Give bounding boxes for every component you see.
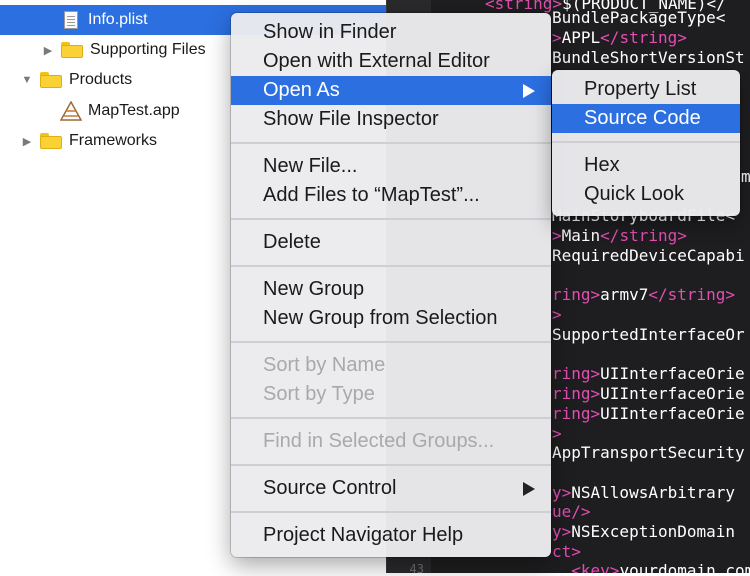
folder-icon bbox=[40, 133, 62, 149]
context-menu: Show in Finder Open with External Editor… bbox=[231, 13, 551, 557]
menu-source-control-label: Source Control bbox=[263, 477, 397, 499]
nav-item-label: Products bbox=[69, 71, 133, 88]
nav-item-label: Frameworks bbox=[69, 132, 158, 149]
menu-separator bbox=[231, 464, 551, 466]
menu-add-files[interactable]: Add Files to “MapTest”... bbox=[231, 181, 551, 210]
menu-new-group[interactable]: New Group bbox=[231, 275, 551, 304]
line-number: 43 bbox=[409, 562, 424, 576]
code-line: ring>UIInterfaceOrie bbox=[552, 384, 745, 403]
submenu-property-list[interactable]: Property List bbox=[552, 75, 740, 104]
code-line: y>NSAllowsArbitrary bbox=[552, 483, 736, 502]
nav-item-label: Supporting Files bbox=[90, 41, 206, 58]
code-line: AppTransportSecurity bbox=[552, 443, 745, 462]
menu-show-file-inspector[interactable]: Show File Inspector bbox=[231, 105, 551, 134]
code-line: y>NSExceptionDomain bbox=[552, 522, 736, 541]
nav-item-label: MapTest.app bbox=[88, 102, 180, 119]
submenu-arrow-icon bbox=[523, 84, 535, 98]
menu-source-control[interactable]: Source Control bbox=[231, 474, 551, 503]
menu-sort-by-type: Sort by Type bbox=[263, 383, 375, 405]
code-line: me bbox=[741, 167, 750, 186]
disclosure-expanded-icon[interactable]: ▼ bbox=[19, 72, 35, 88]
menu-find-in-selected-groups: Find in Selected Groups... bbox=[263, 430, 495, 452]
submenu-quick-look[interactable]: Quick Look bbox=[552, 180, 740, 209]
menu-sort-by-name: Sort by Name bbox=[263, 354, 386, 376]
code-line: ring>armv7</string> bbox=[552, 285, 736, 304]
code-line: SupportedInterfaceOr bbox=[552, 325, 745, 344]
menu-separator bbox=[231, 142, 551, 144]
menu-separator bbox=[552, 141, 740, 143]
code-line: > bbox=[552, 424, 562, 443]
nav-item-label: Info.plist bbox=[88, 11, 148, 28]
code-line: ue/> bbox=[552, 502, 591, 521]
submenu-hex[interactable]: Hex bbox=[552, 151, 740, 180]
code-line: ct> bbox=[552, 542, 581, 561]
plist-file-icon bbox=[64, 11, 78, 29]
menu-new-group-from-selection[interactable]: New Group from Selection bbox=[231, 304, 551, 333]
menu-show-in-finder[interactable]: Show in Finder bbox=[231, 18, 551, 47]
code-line: BundlePackageType< bbox=[552, 8, 726, 27]
code-line: ring>UIInterfaceOrie bbox=[552, 404, 745, 423]
submenu-source-code[interactable]: Source Code bbox=[552, 104, 740, 133]
code-line: >APPL</string> bbox=[552, 28, 687, 47]
submenu-arrow-icon bbox=[523, 482, 535, 496]
menu-separator bbox=[231, 218, 551, 220]
code-line: RequiredDeviceCapabi bbox=[552, 246, 745, 265]
code-line: > bbox=[552, 305, 562, 324]
open-as-submenu: Property List Source Code Hex Quick Look bbox=[552, 70, 740, 216]
disclosure-collapsed-icon[interactable]: ▶ bbox=[40, 42, 56, 58]
code-line: BundleShortVersionSt bbox=[552, 48, 745, 67]
folder-icon bbox=[40, 72, 62, 88]
menu-separator bbox=[231, 341, 551, 343]
code-line: >Main</string> bbox=[552, 226, 687, 245]
app-product-icon bbox=[60, 101, 82, 121]
code-line: ring>UIInterfaceOrie bbox=[552, 364, 745, 383]
menu-separator bbox=[231, 511, 551, 513]
menu-delete[interactable]: Delete bbox=[231, 228, 551, 257]
menu-open-as-label: Open As bbox=[263, 79, 340, 101]
menu-open-as[interactable]: Open As bbox=[231, 76, 551, 105]
menu-project-navigator-help[interactable]: Project Navigator Help bbox=[231, 521, 551, 550]
menu-open-external-editor[interactable]: Open with External Editor bbox=[231, 47, 551, 76]
menu-separator bbox=[231, 417, 551, 419]
folder-icon bbox=[61, 42, 83, 58]
disclosure-collapsed-icon[interactable]: ▶ bbox=[19, 133, 35, 149]
menu-separator bbox=[231, 265, 551, 267]
menu-new-file[interactable]: New File... bbox=[231, 152, 551, 181]
code-line: <key>yourdomain.com bbox=[552, 561, 750, 573]
